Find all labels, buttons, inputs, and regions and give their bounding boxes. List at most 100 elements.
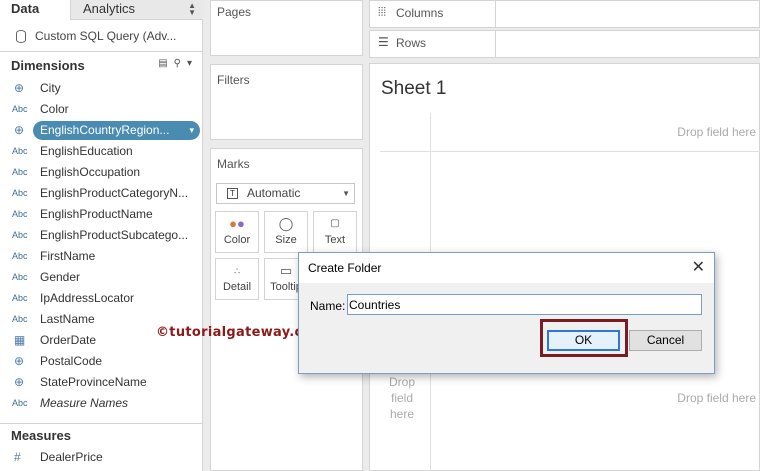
field-label: EnglishProductCategoryN... [40,186,189,200]
drop-zone-body[interactable]: Drop field here [677,391,756,405]
abc-icon: Abc [12,293,28,303]
mark-type-value: Automatic [247,186,301,200]
text-mark-icon: T [227,188,238,199]
data-pane: Data Analytics ▲ ▼ Custom SQL Query (Adv.… [0,0,203,471]
field-label: EnglishProductSubcatego... [40,228,189,242]
field-item[interactable]: Abc EnglishProductSubcatego... [0,225,203,246]
field-item[interactable]: Abc EnglishEducation [0,141,203,162]
field-item[interactable]: Abc EnglishProductCategoryN... [0,183,203,204]
calendar-icon: ▦ [14,333,26,347]
detail-button[interactable]: ∴ Detail [215,258,259,300]
field-item[interactable]: ⊕ City [0,78,203,99]
folder-name-input[interactable] [347,294,702,315]
field-item[interactable]: Abc FirstName [0,246,203,267]
field-label: DealerPrice [40,450,103,464]
abc-icon: Abc [12,314,28,324]
field-label: City [40,81,61,95]
field-label: StateProvinceName [40,375,147,389]
abc-icon: Abc [12,188,28,198]
updown-arrows-icon[interactable]: ▲ ▼ [188,2,196,17]
globe-icon: ⊕ [14,375,25,389]
field-item[interactable]: Abc Color [0,99,203,120]
field-item[interactable]: Abc EnglishOccupation [0,162,203,183]
filters-card[interactable]: Filters [210,64,363,140]
tab-data[interactable]: Data [0,0,70,20]
dimensions-tools: ▤ ⚲ ▾ [152,58,192,69]
field-label: OrderDate [40,333,97,347]
field-item[interactable]: Abc EnglishProductName [0,204,203,225]
field-item[interactable]: Abc Gender [0,267,203,288]
abc-icon: Abc [12,209,28,219]
field-item[interactable]: ⊕ PostalCode [0,351,203,372]
field-label: IpAddressLocator [40,291,135,305]
detail-label: Detail [222,281,252,293]
database-icon [16,30,26,43]
abc-icon: Abc [12,104,28,114]
field-label: FirstName [40,249,96,263]
chevron-down-icon[interactable]: ▾ [187,58,192,69]
size-icon: ◯ [278,216,294,231]
create-folder-dialog: Create Folder ✕ Name: OK Cancel [298,252,715,374]
drop-left-line: Drop [388,375,415,389]
columns-shelf[interactable]: ⦙⦙⦙ Columns [369,0,760,28]
text-label: Text [324,234,346,246]
sheet-title[interactable]: Sheet 1 [381,78,447,100]
watermark: ©tutorialgateway.org [156,325,321,340]
abc-icon: Abc [12,398,28,408]
globe-icon: ⊕ [14,81,25,95]
columns-icon: ⦙⦙⦙ [378,5,387,19]
mark-type-dropdown[interactable]: T Automatic ▼ [216,183,355,204]
field-item[interactable]: Abc IpAddressLocator [0,288,203,309]
abc-icon: Abc [12,272,28,282]
divider [0,51,203,52]
divider [380,151,760,152]
size-button[interactable]: ◯ Size [264,211,308,253]
drop-left-line: here [389,407,415,421]
datasource-item[interactable]: Custom SQL Query (Adv... [0,24,203,48]
field-label: EnglishOccupation [40,165,141,179]
field-label: EnglishEducation [40,144,133,158]
chevron-down-icon[interactable]: ▾ [189,121,194,140]
field-label: PostalCode [40,354,103,368]
view-list-icon[interactable]: ▤ [158,58,167,69]
selected-field-pill[interactable]: EnglishCountryRegion... ▾ [33,121,200,140]
field-label: LastName [40,312,95,326]
cancel-button[interactable]: Cancel [629,330,702,351]
abc-icon: Abc [12,230,28,240]
abc-icon: Abc [12,167,28,177]
field-item[interactable]: ⊕ StateProvinceName [0,372,203,393]
close-icon[interactable]: ✕ [692,257,705,277]
text-button[interactable]: ▢ Text [313,211,357,253]
field-label: Measure Names [40,396,129,410]
field-item[interactable]: # DealerPrice [0,447,203,468]
field-label: EnglishCountryRegion... [40,123,170,137]
chevron-down-icon: ▼ [342,189,350,198]
tab-analytics[interactable]: Analytics ▲ ▼ [70,0,203,20]
abc-icon: Abc [12,251,28,261]
field-label: Color [40,102,69,116]
color-button[interactable]: ●● Color [215,211,259,253]
field-item[interactable]: Abc Measure Names [0,393,203,414]
pane-tabs: Data Analytics ▲ ▼ [0,0,203,20]
field-label: Gender [40,270,81,284]
dialog-titlebar: Create Folder ✕ [299,253,714,283]
rows-label: Rows [396,36,427,50]
drop-zone-columns[interactable]: Drop field here [677,125,756,139]
drop-zone-rows[interactable]: Drop field here [381,374,423,422]
pages-card[interactable]: Pages [210,0,363,56]
columns-label: Columns [396,6,444,20]
detail-icon: ∴ [234,266,240,276]
dialog-title: Create Folder [308,261,382,275]
divider [0,423,203,424]
rows-icon: ☰ [378,35,389,49]
rows-shelf[interactable]: ☰ Rows [369,30,760,58]
search-icon[interactable]: ⚲ [174,58,181,69]
ok-button[interactable]: OK [547,330,620,351]
color-label: Color [223,234,251,246]
field-item[interactable]: ⊕ EnglishCountryRegion... ▾ [0,120,203,141]
tab-analytics-label: Analytics [83,1,136,16]
globe-icon: ⊕ [14,354,25,368]
measures-title: Measures [11,428,71,443]
columns-label-area: ⦙⦙⦙ Columns [370,1,496,27]
drop-left-line: field [390,391,413,405]
